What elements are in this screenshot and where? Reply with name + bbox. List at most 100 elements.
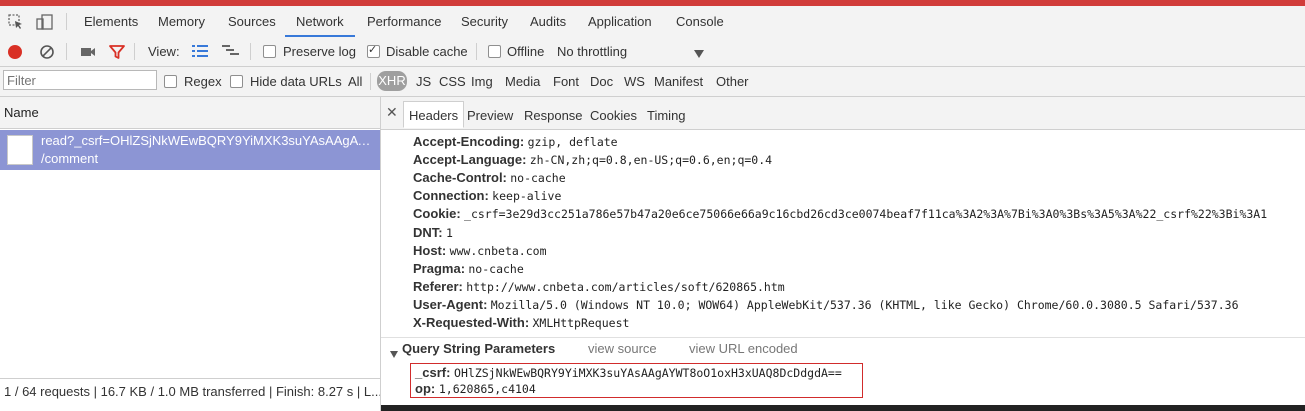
header-value: keep-alive (492, 189, 562, 204)
header-key: Referer: (413, 278, 463, 294)
name-column-header[interactable]: Name (0, 97, 380, 129)
network-filter-bar: Regex Hide data URLs All XHR JS CSS Img … (0, 67, 1305, 97)
tab-response[interactable]: Response (524, 102, 583, 129)
tab-application[interactable]: Application (588, 6, 652, 37)
filter-funnel-icon[interactable] (109, 44, 125, 60)
request-list-pane: Name read?_csrf=OHlZSjNkWEwBQRY9YiMXK3su… (0, 97, 381, 411)
hide-data-urls-label: Hide data URLs (250, 74, 342, 89)
request-header-row: Cookie: _csrf=3e29d3cc251a786e57b47a20e6… (413, 205, 1267, 223)
detail-tabs-bar: ✕ Headers Preview Response Cookies Timin… (381, 97, 1305, 130)
param-key: _csrf: (415, 365, 451, 380)
tab-network[interactable]: Network (285, 6, 355, 37)
header-key: Host: (413, 242, 447, 258)
request-header-row: DNT: 1 (413, 224, 453, 242)
device-toolbar-icon[interactable] (36, 14, 54, 30)
inspect-element-icon[interactable] (8, 14, 24, 30)
request-header-row: Host: www.cnbeta.com (413, 242, 547, 260)
header-value: Mozilla/5.0 (Windows NT 10.0; WOW64) App… (490, 297, 1239, 312)
header-value: _csrf=3e29d3cc251a786e57b47a20e6ce75066e… (464, 207, 1268, 222)
toolbar-separator (250, 43, 251, 60)
tab-preview[interactable]: Preview (467, 102, 513, 129)
header-value: http://www.cnbeta.com/articles/soft/6208… (466, 279, 785, 294)
clear-icon[interactable] (39, 44, 55, 60)
header-key: Pragma: (413, 260, 466, 276)
header-value: www.cnbeta.com (449, 243, 547, 258)
disable-cache-label: Disable cache (386, 44, 468, 59)
type-filter-css[interactable]: CSS (439, 67, 466, 96)
header-value: 1 (445, 225, 453, 240)
throttling-select[interactable]: No throttling (557, 37, 627, 66)
offline-checkbox[interactable] (488, 45, 501, 58)
param-value: OHlZSjNkWEwBQRY9YiMXK3suYAsAAgAYWT8oO1ox… (454, 366, 842, 380)
header-key: Cookie: (413, 206, 461, 222)
header-value: no-cache (468, 261, 524, 276)
header-value: zh-CN,zh;q=0.8,en-US;q=0.6,en;q=0.4 (529, 153, 773, 168)
devtools-main-tabs: Elements Memory Sources Network Performa… (0, 6, 1305, 38)
large-rows-icon[interactable] (192, 45, 208, 58)
request-header-row: Accept-Encoding: gzip, deflate (413, 133, 618, 151)
type-filter-all[interactable]: All (348, 67, 362, 96)
tab-memory[interactable]: Memory (158, 6, 205, 37)
toolbar-separator (66, 43, 67, 60)
tab-performance[interactable]: Performance (367, 6, 441, 37)
request-header-row: Accept-Language: zh-CN,zh;q=0.8,en-US;q=… (413, 151, 772, 169)
type-filter-xhr[interactable]: XHR (377, 71, 407, 91)
overview-waterfall-icon[interactable] (222, 45, 240, 58)
screenshot-camera-icon[interactable] (80, 45, 96, 59)
type-filter-doc[interactable]: Doc (590, 67, 613, 96)
header-key: X-Requested-With: (413, 315, 530, 330)
tab-audits[interactable]: Audits (530, 6, 566, 37)
request-header-row: Connection: keep-alive (413, 187, 561, 205)
network-toolbar: View: Preserve log Disable cache Offline… (0, 37, 1305, 67)
tab-headers[interactable]: Headers (403, 101, 465, 128)
preserve-log-checkbox[interactable] (263, 45, 276, 58)
param-value: 1,620865,c4104 (438, 382, 536, 396)
tab-timing[interactable]: Timing (647, 102, 686, 129)
record-icon[interactable] (8, 45, 22, 59)
disable-cache-checkbox[interactable] (367, 43, 380, 58)
tab-cookies[interactable]: Cookies (590, 102, 637, 129)
offline-label: Offline (507, 44, 545, 59)
tab-elements[interactable]: Elements (84, 6, 138, 37)
section-divider (381, 337, 1305, 338)
tabs-separator (66, 13, 67, 30)
view-source-link[interactable]: view source (588, 341, 657, 356)
triangle-down-icon[interactable] (390, 346, 398, 358)
regex-checkbox[interactable] (164, 75, 177, 88)
horizontal-scrollbar[interactable] (381, 405, 1305, 411)
request-header-row: Referer: http://www.cnbeta.com/articles/… (413, 278, 785, 296)
query-param-row: _csrf: OHlZSjNkWEwBQRY9YiMXK3suYAsAAgAYW… (415, 364, 842, 381)
type-filter-ws[interactable]: WS (624, 67, 645, 96)
query-string-title[interactable]: Query String Parameters (402, 341, 555, 356)
request-name: read?_csrf=OHlZSjNkWEwBQRY9YiMXK3suYAsAA… (41, 133, 376, 148)
request-header-row: Cache-Control: no-cache (413, 169, 566, 187)
tab-console[interactable]: Console (676, 6, 724, 37)
toolbar-separator (476, 43, 477, 60)
close-icon[interactable]: ✕ (386, 104, 398, 121)
header-key: Accept-Language: (413, 152, 527, 168)
chevron-down-icon[interactable] (694, 46, 704, 58)
tab-security[interactable]: Security (461, 6, 508, 37)
filter-separator (370, 73, 371, 90)
query-param-row: op: 1,620865,c4104 (415, 380, 536, 397)
request-path: /comment (41, 151, 99, 166)
type-filter-other[interactable]: Other (716, 67, 749, 96)
toolbar-separator (134, 43, 135, 60)
preserve-log-label: Preserve log (283, 44, 356, 59)
request-row[interactable]: read?_csrf=OHlZSjNkWEwBQRY9YiMXK3suYAsAA… (0, 130, 380, 170)
type-filter-manifest[interactable]: Manifest (654, 67, 703, 96)
type-filter-media[interactable]: Media (505, 67, 540, 96)
header-value: XMLHttpRequest (532, 316, 630, 330)
header-key: Connection: (413, 188, 489, 204)
type-filter-img[interactable]: Img (471, 67, 493, 96)
filter-input[interactable] (3, 70, 157, 90)
header-key: DNT: (413, 224, 443, 240)
view-url-encoded-link[interactable]: view URL encoded (689, 341, 798, 356)
request-detail-pane: ✕ Headers Preview Response Cookies Timin… (381, 97, 1305, 411)
query-params-highlight-box: _csrf: OHlZSjNkWEwBQRY9YiMXK3suYAsAAgAYW… (410, 363, 863, 398)
type-filter-font[interactable]: Font (553, 67, 579, 96)
tab-sources[interactable]: Sources (228, 6, 276, 37)
type-filter-js[interactable]: JS (416, 67, 431, 96)
hide-data-urls-checkbox[interactable] (230, 75, 243, 88)
file-icon (7, 135, 33, 165)
